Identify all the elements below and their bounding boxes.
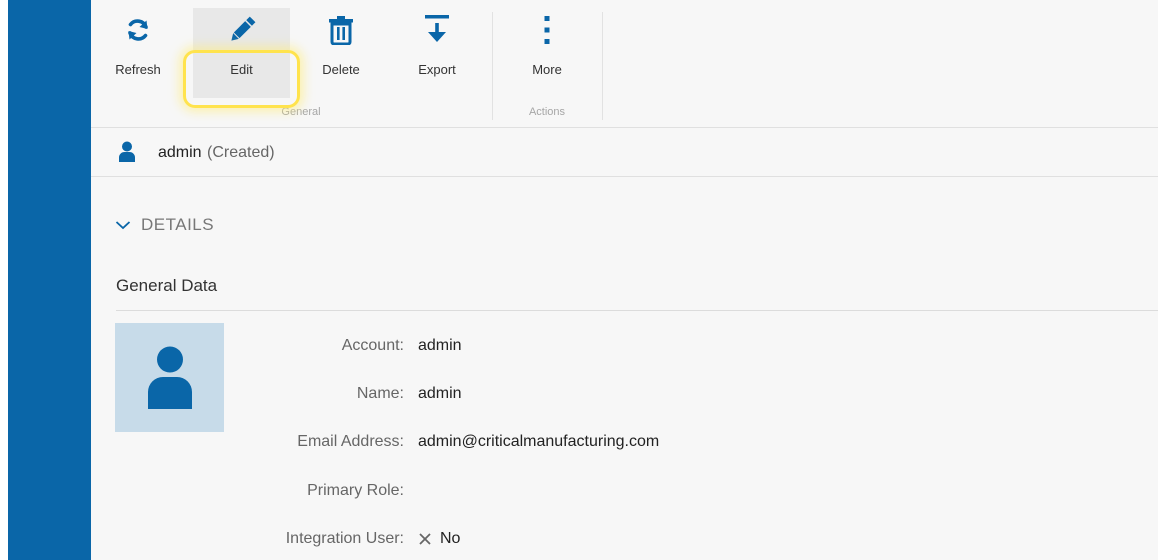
- left-rail: [0, 0, 91, 560]
- details-toggle-label: DETAILS: [141, 215, 215, 234]
- field-label-primary-role: Primary Role:: [307, 482, 404, 499]
- section-divider: [116, 310, 1158, 311]
- ribbon-group-label-actions: Actions: [528, 106, 566, 118]
- vertical-dots-icon: [544, 16, 550, 44]
- ribbon-group-actions: More Actions: [493, 0, 601, 128]
- delete-label: Delete: [322, 62, 360, 77]
- refresh-label: Refresh: [115, 62, 161, 77]
- cross-icon: [419, 533, 431, 545]
- refresh-button[interactable]: Refresh: [103, 8, 173, 98]
- user-icon: [147, 346, 192, 409]
- ribbon-group-general: Refresh Edit Delete Export General: [91, 0, 491, 128]
- ribbon-group-divider: [602, 12, 603, 120]
- details-toggle[interactable]: DETAILS: [115, 215, 214, 235]
- entity-header: admin (Created): [91, 129, 1158, 177]
- field-label-name: Name:: [356, 385, 404, 402]
- section-title: General Data: [116, 276, 218, 295]
- pencil-icon: [230, 16, 255, 41]
- chevron-down-icon: [115, 221, 131, 230]
- export-icon: [425, 15, 449, 42]
- main-panel: Refresh Edit Delete Export General More …: [91, 0, 1158, 560]
- ribbon-group-label-general: General: [281, 106, 321, 118]
- field-value-email: admin@criticalmanufacturing.com: [418, 433, 660, 450]
- more-button[interactable]: More: [513, 8, 581, 98]
- field-value-name: admin: [418, 385, 462, 402]
- more-label: More: [532, 62, 562, 77]
- entity-state: (Created): [207, 144, 275, 161]
- integration-user-value: No: [440, 530, 461, 547]
- field-value-account: admin: [418, 337, 462, 354]
- app-sidebar: [8, 0, 91, 560]
- refresh-icon: [128, 19, 148, 41]
- field-value-integration-user: No: [418, 530, 460, 548]
- avatar: [115, 323, 224, 432]
- delete-button[interactable]: Delete: [305, 8, 377, 98]
- edit-label: Edit: [230, 62, 253, 77]
- user-icon: [119, 141, 135, 162]
- export-button[interactable]: Export: [399, 8, 475, 98]
- export-label: Export: [418, 62, 456, 77]
- field-label-email: Email Address:: [297, 433, 404, 450]
- ribbon-toolbar: Refresh Edit Delete Export General More …: [91, 0, 1158, 128]
- trash-icon: [329, 16, 353, 45]
- field-label-integration-user: Integration User:: [285, 530, 404, 547]
- field-label-account: Account:: [341, 337, 404, 354]
- entity-name: admin: [158, 144, 202, 161]
- edit-button[interactable]: Edit: [193, 8, 290, 98]
